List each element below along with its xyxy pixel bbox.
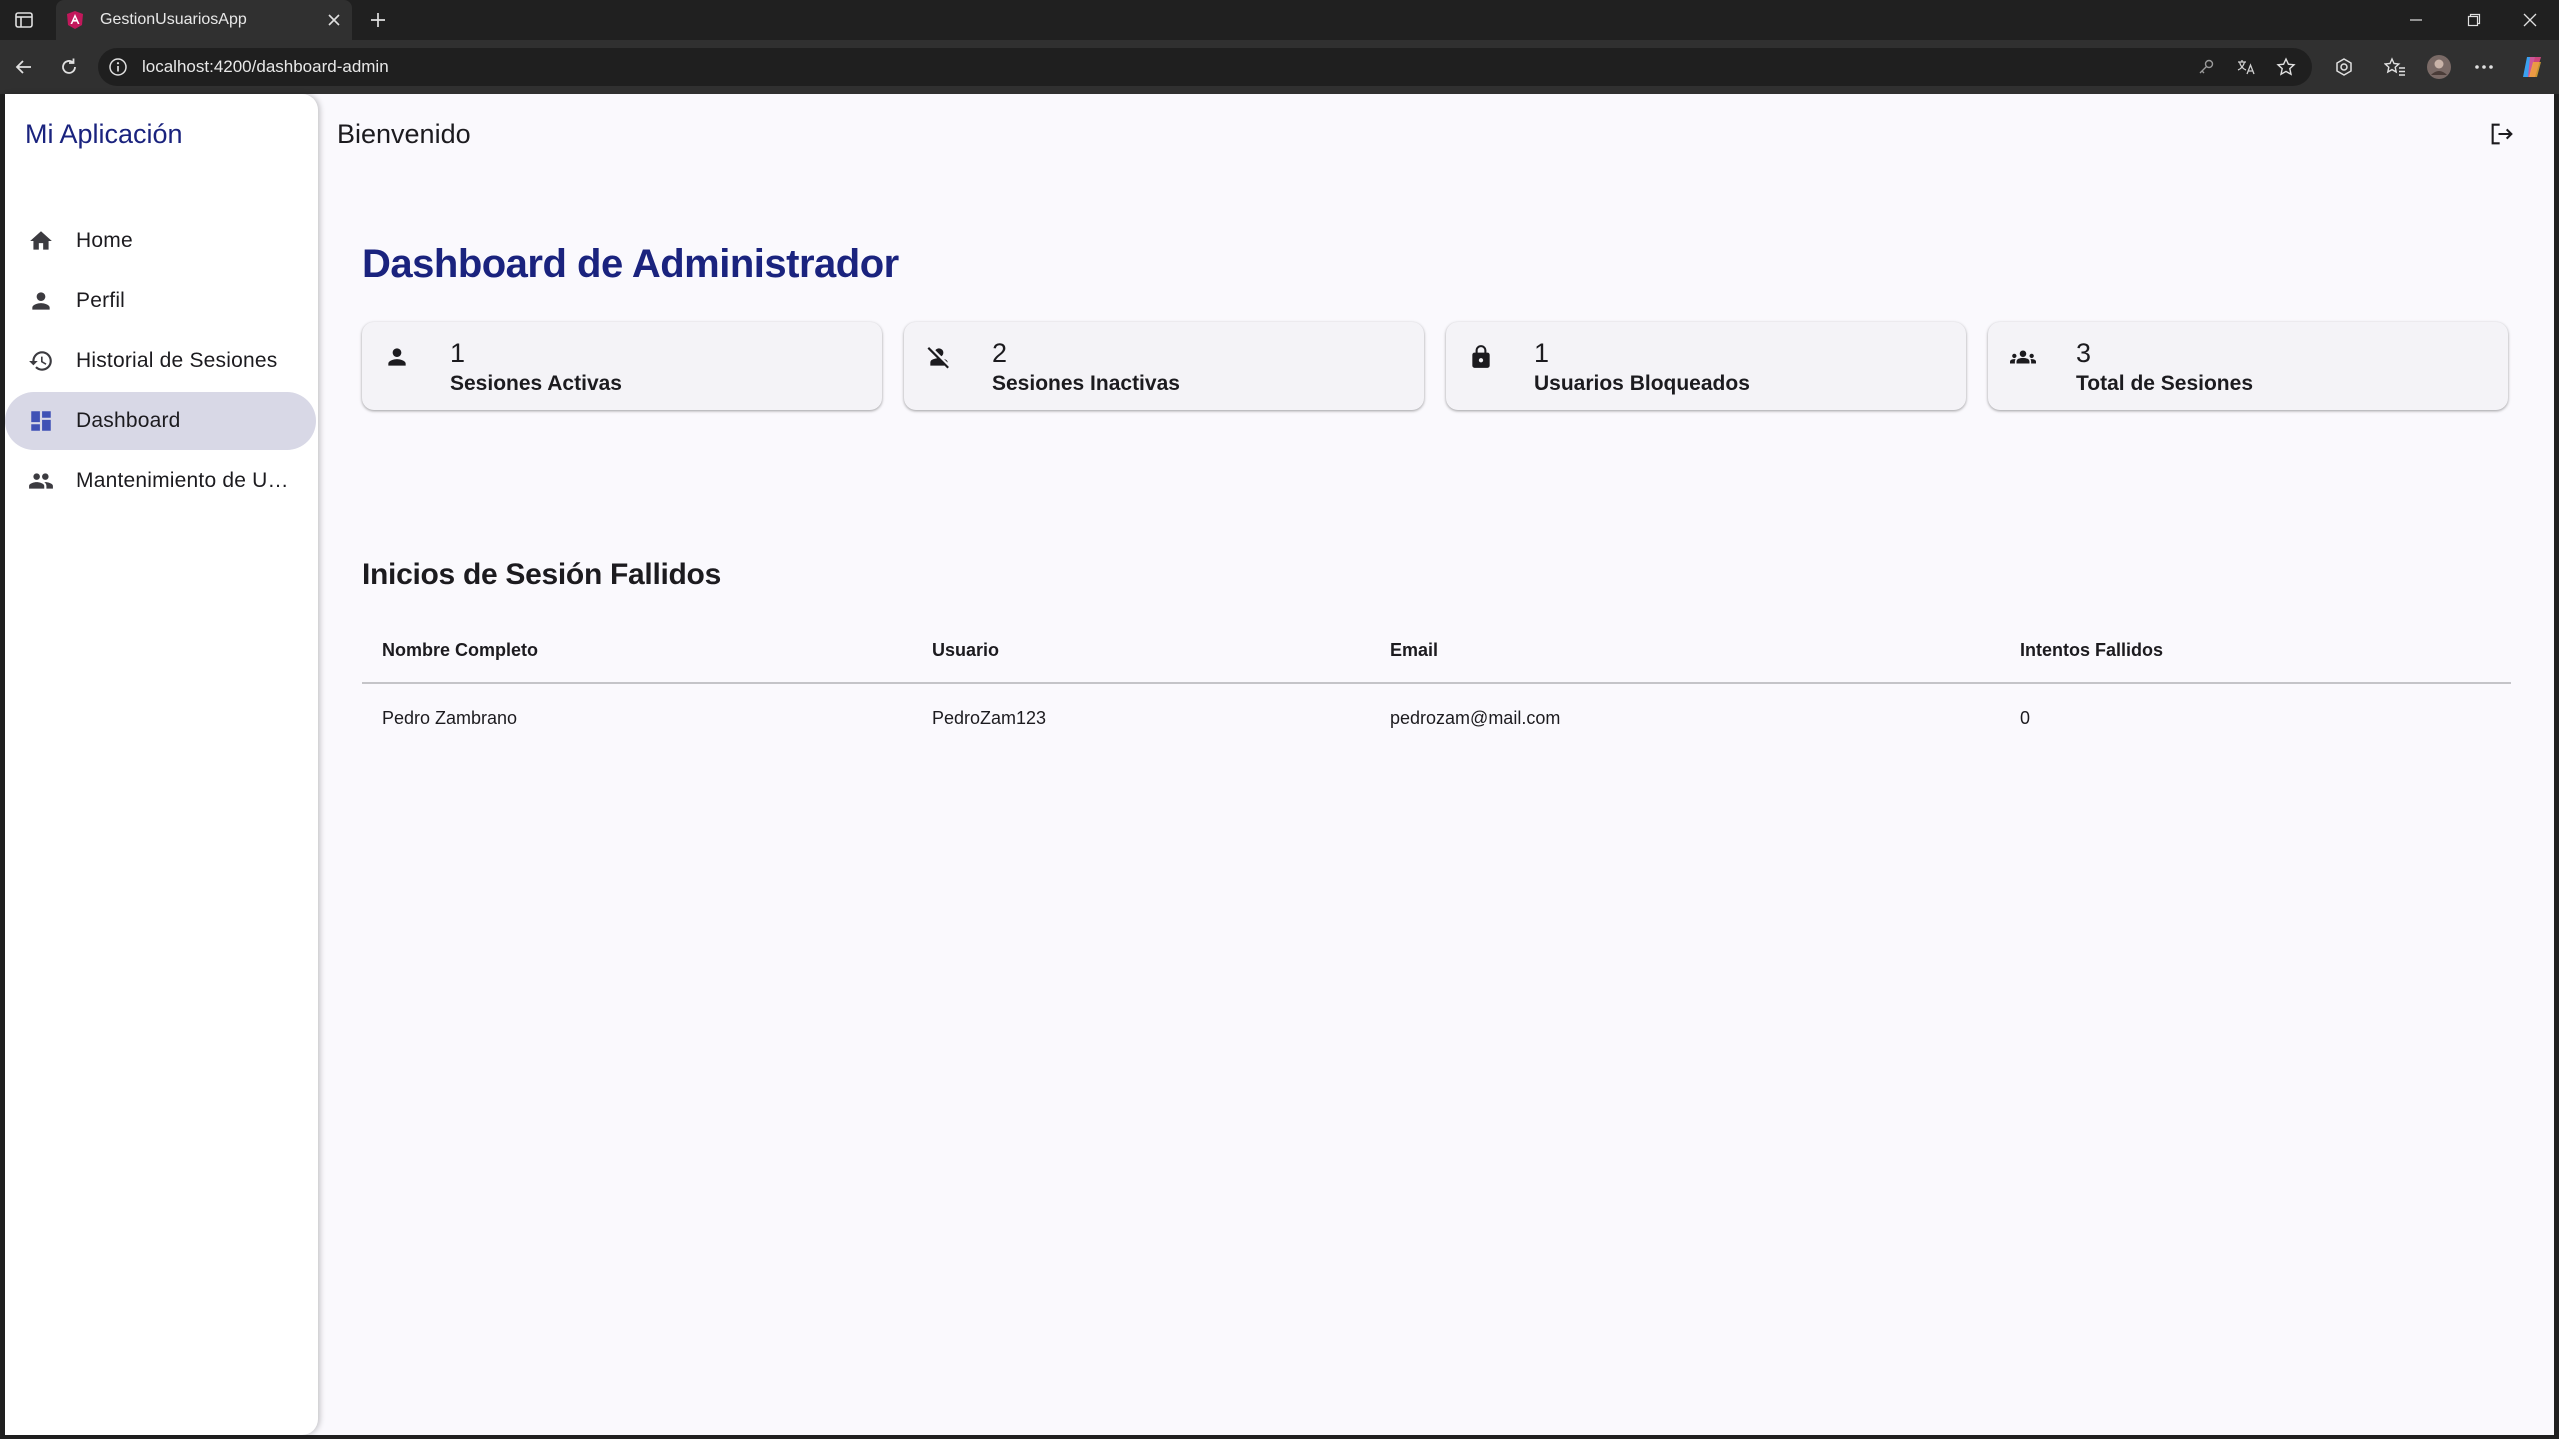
angular-favicon-icon [64,9,86,31]
logout-button[interactable] [2483,115,2521,153]
logout-icon [2488,120,2516,148]
sidebar-item-mantenimiento[interactable]: Mantenimiento de Usuarios [5,452,318,510]
sidebar-item-label: Mantenimiento de Usuarios [76,469,294,492]
stat-value: 2 [992,338,1008,368]
sidebar-item-home[interactable]: Home [5,212,318,270]
page-viewport: Mi Aplicación Home Perfil Historial de S… [5,94,2554,1435]
restore-window-icon[interactable] [2446,4,2502,36]
sidebar-item-label: Historial de Sesiones [76,349,278,372]
stat-label: Sesiones Activas [450,372,622,395]
stat-label: Sesiones Inactivas [992,372,1180,395]
failed-logins-table: Nombre Completo Usuario Email Intentos F… [362,616,2511,752]
profile-avatar-icon[interactable] [2425,53,2453,81]
browser-toolbar: localhost:4200/dashboard-admin [0,40,2559,94]
person-off-icon [924,342,954,372]
history-icon [27,347,55,375]
tab-actions-icon[interactable] [12,8,36,32]
stat-card-total-sesiones: 3 Total de Sesiones [1988,322,2508,410]
stat-value: 1 [1534,338,1550,368]
cell-intentos: 0 [2020,708,2031,728]
sidebar-item-label: Home [76,229,133,252]
reload-icon[interactable] [55,53,83,81]
new-tab-plus-icon[interactable] [364,6,392,34]
group-icon [27,467,55,495]
favorites-list-icon[interactable] [2381,53,2409,81]
address-bar[interactable]: localhost:4200/dashboard-admin [98,48,2312,86]
browser-tab-active[interactable]: GestionUsuariosApp [56,0,352,40]
person-icon [27,287,55,315]
sidebar-item-label: Perfil [76,289,126,312]
table-row[interactable]: Pedro Zambrano PedroZam123 pedrozam@mail… [362,684,2511,752]
section-title-failed-logins: Inicios de Sesión Fallidos [362,558,721,591]
close-window-icon[interactable] [2502,4,2558,36]
column-header-usuario[interactable]: Usuario [932,616,999,684]
stat-value: 3 [2076,338,2092,368]
more-options-icon[interactable] [2470,53,2498,81]
cell-usuario: PedroZam123 [932,708,1047,728]
sidebar-item-label: Dashboard [76,409,181,432]
header-title: Bienvenido [337,119,471,149]
stat-value: 1 [450,338,466,368]
extensions-icon[interactable] [2330,53,2358,81]
cell-nombre: Pedro Zambrano [382,708,518,728]
sidebar-nav: Mi Aplicación Home Perfil Historial de S… [5,94,318,1435]
app-title: Mi Aplicación [25,119,183,149]
translate-icon[interactable] [2236,57,2256,77]
sidebar-item-dashboard[interactable]: Dashboard [5,392,316,450]
lock-icon [1466,342,1496,372]
key-icon[interactable] [2196,57,2216,77]
copilot-icon[interactable] [2518,53,2546,81]
browser-tab-bar: GestionUsuariosApp [0,0,2559,40]
stat-label: Total de Sesiones [2076,372,2253,395]
stat-label: Usuarios Bloqueados [1534,372,1750,395]
column-header-intentos[interactable]: Intentos Fallidos [2020,616,2163,684]
tab-title: GestionUsuariosApp [100,11,247,28]
stat-card-usuarios-bloqueados: 1 Usuarios Bloqueados [1446,322,1966,410]
person-icon [382,342,412,372]
groups-icon [2008,342,2038,372]
page-title: Dashboard de Administrador [362,242,899,286]
dashboard-icon [27,407,55,435]
back-arrow-icon[interactable] [10,53,38,81]
site-info-icon[interactable] [108,57,128,77]
stat-card-sesiones-inactivas: 2 Sesiones Inactivas [904,322,1424,410]
sidebar-item-historial[interactable]: Historial de Sesiones [5,332,318,390]
url-text: localhost:4200/dashboard-admin [142,57,389,76]
tab-close-icon[interactable] [320,6,348,34]
home-icon [27,227,55,255]
table-header-row: Nombre Completo Usuario Email Intentos F… [362,616,2511,684]
minimize-window-icon[interactable] [2388,4,2444,36]
column-header-nombre[interactable]: Nombre Completo [382,616,538,684]
stat-card-sesiones-activas: 1 Sesiones Activas [362,322,882,410]
cell-email: pedrozam@mail.com [1390,708,1561,728]
sidebar-item-perfil[interactable]: Perfil [5,272,318,330]
favorite-star-icon[interactable] [2276,57,2296,77]
column-header-email[interactable]: Email [1390,616,1438,684]
